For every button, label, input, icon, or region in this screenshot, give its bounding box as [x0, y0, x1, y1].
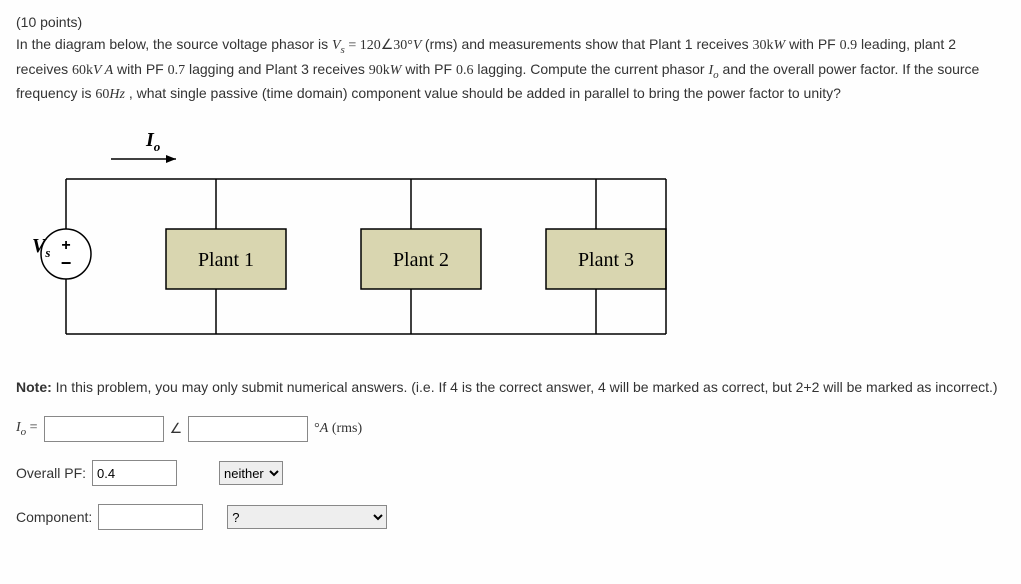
plant3-power: 90kW — [369, 63, 402, 78]
circuit-diagram: Io + − Vs Plant 1 Plant 2 Plant 3 — [16, 124, 1005, 357]
pf-value-input[interactable] — [92, 460, 177, 486]
plant2-pf: 0.7 — [168, 63, 186, 78]
plant2-label: Plant 2 — [393, 249, 449, 271]
io-unit: °A (rms) — [314, 421, 362, 437]
vs-expression: Vs = 120∠30°V — [332, 38, 425, 53]
plant1-pf: 0.9 — [840, 38, 858, 53]
plant2-power: 60kV A — [72, 63, 113, 78]
source-minus: − — [61, 253, 72, 273]
component-value-input[interactable] — [98, 504, 203, 530]
io-answer-label: Io = — [16, 420, 38, 438]
component-answer-row: Component: ?FHΩ — [16, 504, 1005, 530]
io-arrow-head — [166, 155, 176, 163]
txt: with PF — [789, 36, 840, 52]
txt: lagging. Compute the current phasor — [477, 61, 708, 77]
io-answer-row: Io = ∠ °A (rms) — [16, 416, 1005, 442]
pf-type-select[interactable]: neitherleadinglagging — [219, 461, 283, 485]
plant1-label: Plant 1 — [198, 249, 254, 271]
pf-label: Overall PF: — [16, 465, 86, 481]
io-angle-input[interactable] — [188, 416, 308, 442]
component-label: Component: — [16, 509, 92, 525]
source-plus: + — [61, 237, 70, 254]
plant3-pf: 0.6 — [456, 63, 474, 78]
diagram-svg: Io + − Vs Plant 1 Plant 2 Plant 3 — [16, 124, 716, 354]
angle-symbol: ∠ — [170, 421, 183, 438]
txt: with PF — [405, 61, 456, 77]
component-unit-select[interactable]: ?FHΩ — [227, 505, 387, 529]
note-block: Note: In this problem, you may only subm… — [16, 377, 1005, 398]
plant1-power: 30kW — [753, 38, 786, 53]
plant3-label: Plant 3 — [578, 249, 634, 271]
txt: (rms) and measurements show that Plant 1… — [425, 36, 753, 52]
txt: In the diagram below, the source voltage… — [16, 36, 332, 52]
points-label: (10 points) — [16, 14, 82, 30]
note-label: Note: — [16, 379, 52, 395]
problem-statement: (10 points) In the diagram below, the so… — [16, 12, 1005, 106]
txt: lagging and Plant 3 receives — [189, 61, 369, 77]
txt: with PF — [117, 61, 168, 77]
txt: , what single passive (time domain) comp… — [129, 85, 841, 101]
note-text: In this problem, you may only submit num… — [52, 379, 998, 395]
io-magnitude-input[interactable] — [44, 416, 164, 442]
io-var: Io — [708, 63, 718, 78]
pf-answer-row: Overall PF: neitherleadinglagging — [16, 460, 1005, 486]
freq: 60Hz — [95, 87, 125, 102]
io-label: Io — [145, 129, 161, 154]
